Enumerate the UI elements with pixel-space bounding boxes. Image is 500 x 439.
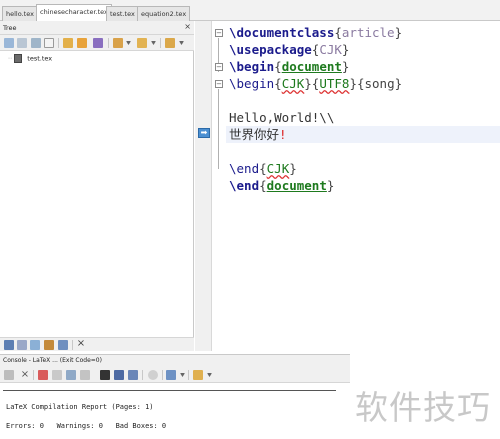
toolbar-separator [160, 38, 161, 48]
editor-line-6: Hello,World!\\ [229, 110, 335, 125]
paste-icon[interactable] [17, 38, 27, 48]
toolbar-separator [58, 38, 59, 48]
compilation-summary: Errors: 0 Warnings: 0 Bad Boxes: 0 [6, 422, 167, 430]
search-log-icon[interactable] [80, 370, 90, 380]
toolbar-separator [108, 38, 109, 48]
console-divider [3, 390, 336, 391]
tab-equation2-tex[interactable]: equation2.tex [137, 6, 191, 21]
tree-item-test-tex[interactable]: ·· test.tex [8, 54, 52, 66]
record-icon[interactable] [148, 370, 158, 380]
close-icon[interactable]: × [76, 339, 86, 349]
log-icon[interactable] [52, 370, 62, 380]
copy-log-icon[interactable] [66, 370, 76, 380]
clipboard-icon[interactable] [58, 340, 68, 350]
editor-line-1: \documentclass{article} [229, 25, 403, 40]
toolbar-separator [162, 370, 163, 380]
warning-filter-icon[interactable] [114, 370, 124, 380]
tab-hello-tex[interactable]: hello.tex [2, 6, 38, 21]
tree-panel-title: Tree [3, 24, 17, 32]
current-line-marker-icon: ➡ [198, 128, 210, 138]
editor-line-3: \begin{document} [229, 59, 350, 74]
tree-toolbar [0, 35, 194, 51]
error-filter-icon[interactable] [100, 370, 110, 380]
chevron-down-icon[interactable] [179, 41, 184, 45]
watermark-text: 软件技巧 [355, 388, 491, 427]
tree-item-label: test.tex [27, 54, 53, 63]
tree-connector: ·· [8, 54, 13, 63]
eraser-icon[interactable] [38, 370, 48, 380]
chevron-down-icon[interactable] [126, 41, 131, 45]
tree-panel-header: Tree × [0, 21, 194, 35]
toolbar-separator [72, 340, 73, 350]
stop-icon[interactable]: × [20, 370, 30, 380]
editor-line-10: \end{document} [229, 178, 335, 193]
copy-icon[interactable] [31, 38, 41, 48]
clear-icon[interactable] [4, 370, 14, 380]
chevron-down-icon[interactable] [207, 373, 212, 377]
math-icon[interactable] [30, 340, 40, 350]
compilation-report: LaTeX Compilation Report (Pages: 1) [6, 403, 154, 411]
tree-close-icon[interactable]: × [184, 22, 191, 31]
editor-line-7: 世界你好! [226, 126, 500, 143]
file-tab-bar: hello.tex chinesecharacter.tex test.tex … [0, 0, 500, 21]
fold-guide [218, 89, 219, 169]
chevron-down-icon[interactable] [180, 373, 185, 377]
delete-icon[interactable] [44, 38, 54, 48]
tree-bottom-toolbar: × [0, 337, 194, 351]
tree-panel: Tree × ·· test.tex × [0, 21, 194, 351]
properties-icon[interactable] [77, 38, 87, 48]
console-header: Console - LaTeX ... (Exit Code=0) [0, 354, 350, 366]
badbox-filter-icon[interactable] [128, 370, 138, 380]
console-output: LaTeX Compilation Report (Pages: 1) Erro… [0, 384, 350, 439]
fold-toggle-icon[interactable]: − [215, 80, 223, 88]
chevron-down-icon[interactable] [151, 41, 156, 45]
folder-icon[interactable] [137, 38, 147, 48]
structure-icon[interactable] [4, 340, 14, 350]
bookmarks-icon[interactable] [44, 340, 54, 350]
new-folder-icon[interactable] [4, 38, 14, 48]
code-editor[interactable]: \documentclass{article} \usepackage{CJK}… [226, 21, 500, 351]
console-view-icon[interactable] [166, 370, 176, 380]
editor-line-2: \usepackage{CJK} [229, 42, 350, 57]
editor-line-4: \begin{CJK}{UTF8}{song} [229, 76, 403, 91]
folder-options-icon[interactable] [165, 38, 175, 48]
tex-file-icon [14, 54, 23, 63]
editor-gutter: ➡ [195, 21, 212, 351]
toolbar-separator [188, 370, 189, 380]
view-icon[interactable] [93, 38, 103, 48]
tab-test-tex[interactable]: test.tex [106, 6, 139, 21]
editor-line-9: \end{CJK} [229, 161, 297, 176]
console-toolbar: × [0, 366, 350, 383]
open-folder-icon[interactable] [113, 38, 123, 48]
tab-chinesecharacter-tex[interactable]: chinesecharacter.tex [36, 4, 112, 21]
edit-icon[interactable] [63, 38, 73, 48]
console-folder-icon[interactable] [193, 370, 203, 380]
fold-column: − − − [213, 21, 225, 351]
toolbar-separator [33, 370, 34, 380]
fold-toggle-icon[interactable]: − [215, 29, 223, 37]
fold-toggle-icon[interactable]: − [215, 63, 223, 71]
toolbar-separator [142, 370, 143, 380]
console-title: Console - LaTeX ... (Exit Code=0) [3, 357, 102, 364]
symbols-icon[interactable] [17, 340, 27, 350]
